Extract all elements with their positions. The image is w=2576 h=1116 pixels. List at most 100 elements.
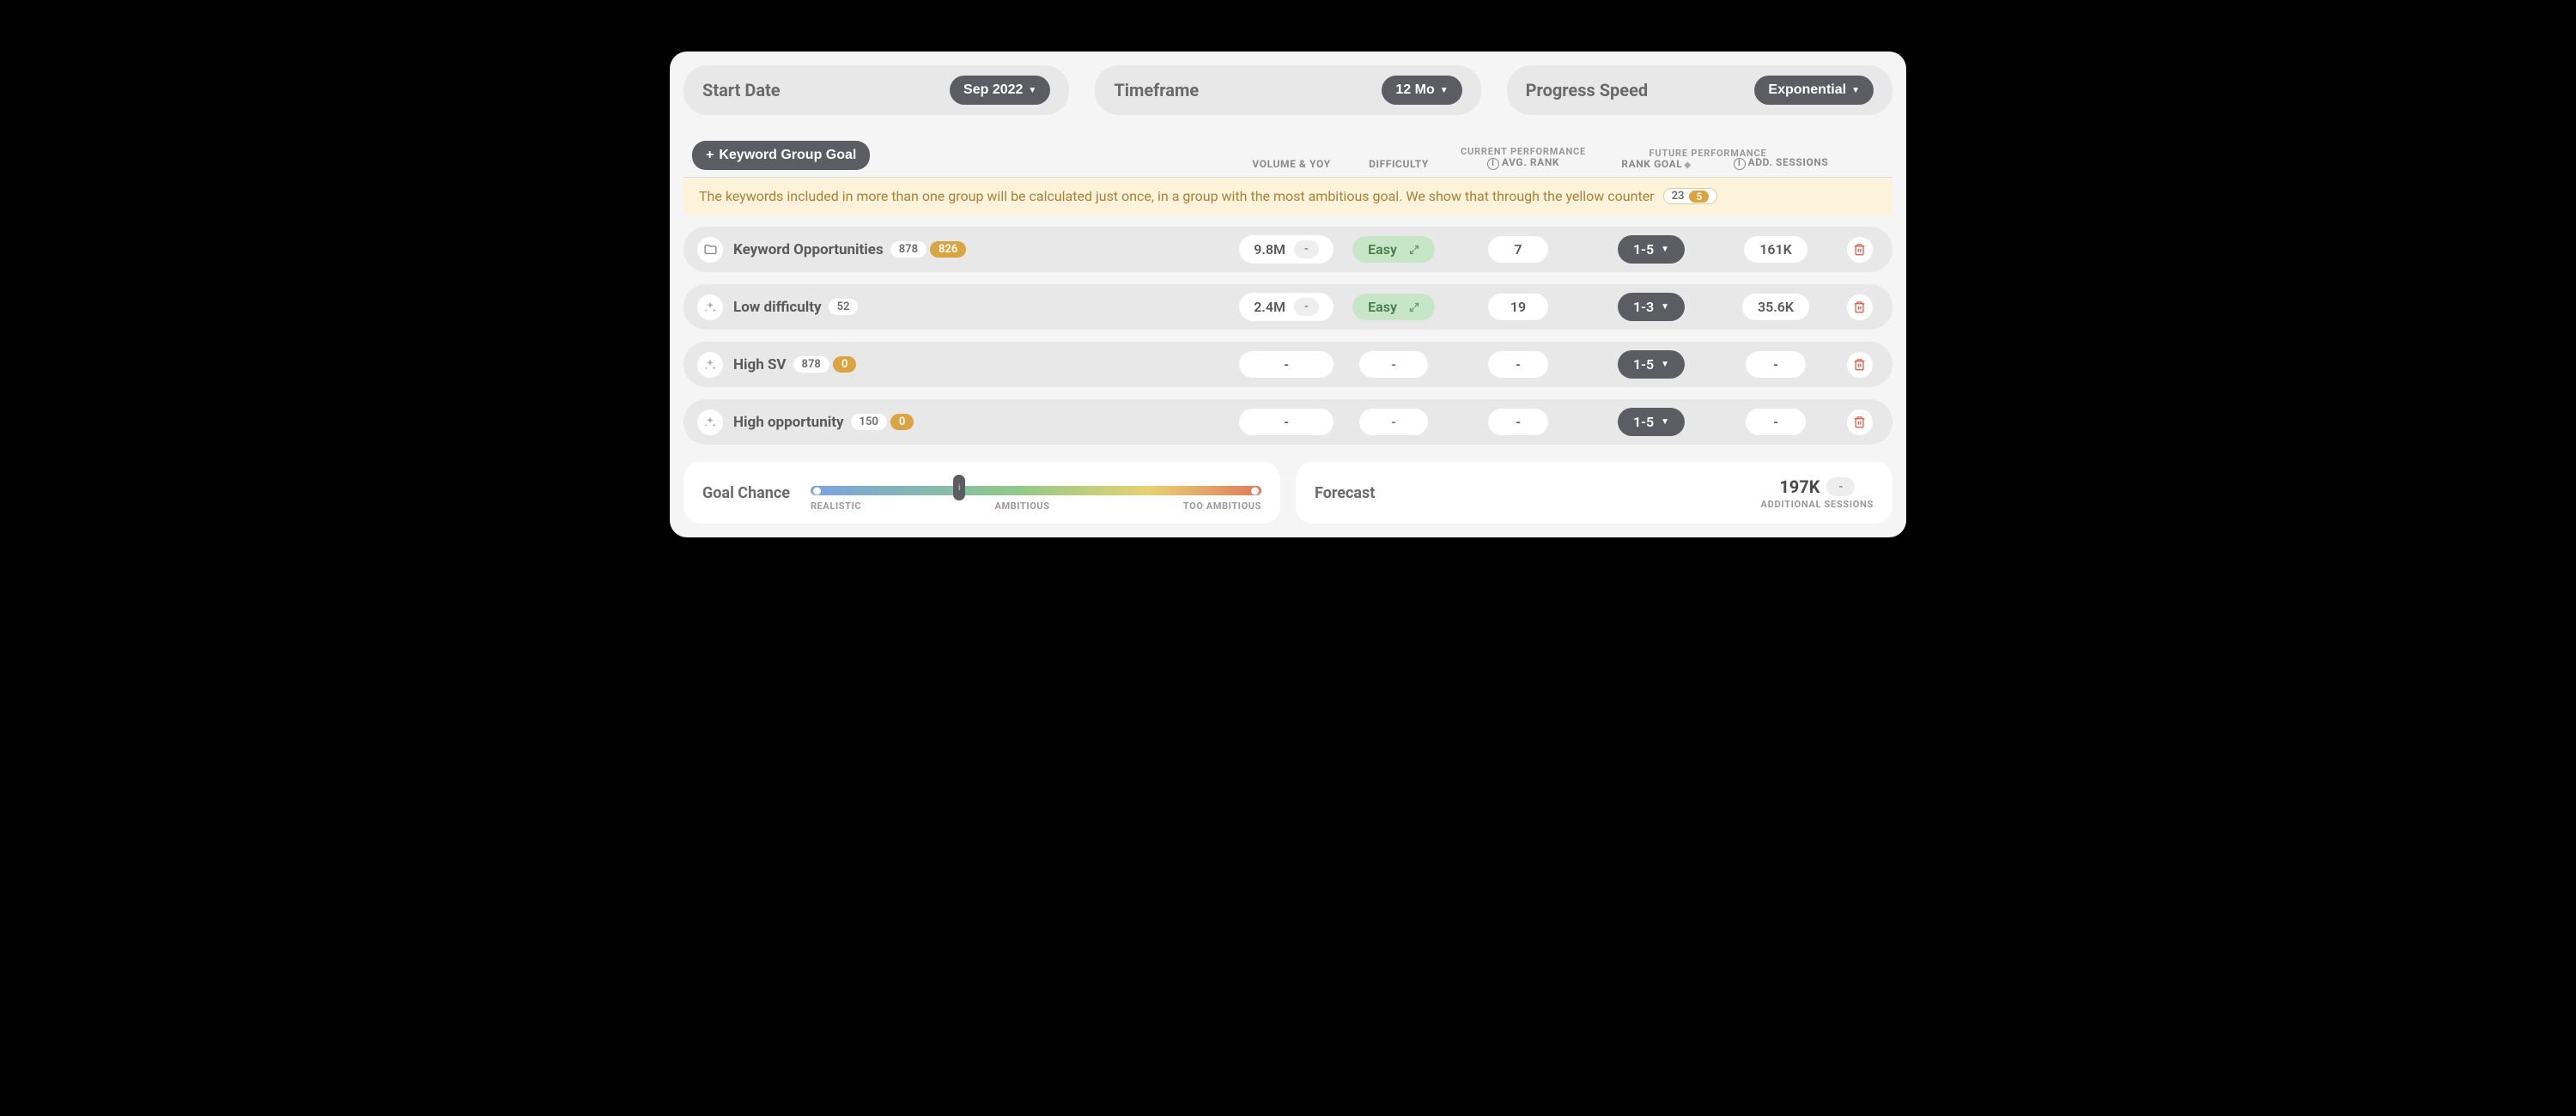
forecast-sublabel: ADDITIONAL SESSIONS [1761,499,1874,510]
sort-icon: ◆ [1684,161,1691,170]
group-name[interactable]: Low difficulty [733,299,822,316]
goal-chance-box: Goal Chance i REALISTIC AMBITIOUS TOO AM… [683,462,1280,524]
slider-label-ambitious: AMBITIOUS [994,500,1049,512]
delete-button[interactable] [1847,237,1873,263]
avg-rank-value: - [1488,351,1548,378]
footer: Goal Chance i REALISTIC AMBITIOUS TOO AM… [683,462,1893,524]
slider-track: i [811,486,1261,495]
slider-label-too-ambitious: TOO AMBITIOUS [1183,500,1261,512]
timeframe-label: Timeframe [1114,80,1199,100]
caret-down-icon: ▼ [1661,417,1669,427]
goal-chance-slider[interactable]: i REALISTIC AMBITIOUS TOO AMBITIOUS [811,474,1261,512]
plus-icon: + [706,148,714,163]
expand-icon [1409,245,1419,255]
section-future-performance: FUTURE PERFORMANCE [1571,148,1845,159]
progress-speed-label: Progress Speed [1526,80,1649,100]
forecast-label: Forecast [1315,484,1375,502]
sparkle-icon[interactable] [697,352,723,378]
progress-speed-button[interactable]: Exponential ▼ [1754,76,1874,105]
volume-value: 2.4M- [1239,293,1334,321]
col-header-difficulty: DIFFICULTY [1347,158,1450,170]
folder-icon[interactable] [697,237,723,263]
volume-value: - [1239,351,1334,378]
keyword-count-badge: 52 [829,299,859,315]
sparkle-icon[interactable] [697,409,723,435]
col-header-rank-goal[interactable]: FUTURE PERFORMANCE RANK GOAL◆ [1596,158,1716,170]
caret-down-icon: ▼ [1661,245,1669,254]
avg-rank-value: - [1488,409,1548,435]
forecast-result: 197K - ADDITIONAL SESSIONS [1761,476,1874,510]
app-panel: Start Date Sep 2022 ▼ Timeframe 12 Mo ▼ … [670,52,1906,537]
notice-yellow-count: 5 [1689,191,1709,203]
progress-speed-value: Exponential [1768,82,1846,98]
difficulty-value[interactable]: Easy [1352,294,1435,320]
caret-down-icon: ▼ [1851,86,1860,95]
duplicate-count-badge: 0 [890,414,914,430]
volume-value: 9.8M- [1239,235,1334,264]
caret-down-icon: ▼ [1440,86,1449,95]
delete-button[interactable] [1847,352,1873,378]
notice-text: The keywords included in more than one g… [699,188,1655,204]
yoy-value: - [1294,298,1319,316]
add-button-label: Keyword Group Goal [719,148,856,163]
forecast-value: 197K [1779,476,1820,497]
keyword-group-row: Low difficulty 52 2.4M- Easy 19 1-3▼ 35.… [683,284,1893,330]
group-name[interactable]: High SV [733,356,787,373]
sessions-value: - [1746,409,1806,435]
progress-speed-control: Progress Speed Exponential ▼ [1507,65,1893,115]
table-header: + Keyword Group Goal VOLUME & YOY DIFFIC… [683,125,1893,178]
sessions-value: - [1746,351,1806,378]
delete-button[interactable] [1847,409,1873,435]
notice-counter: 23 5 [1663,188,1718,204]
difficulty-value[interactable]: Easy [1352,236,1435,263]
yoy-value: - [1294,240,1319,258]
keyword-group-row: High SV 878 0 - - - 1-5▼ - [683,342,1893,387]
timeframe-control: Timeframe 12 Mo ▼ [1095,65,1480,115]
sessions-value: 35.6K [1742,294,1809,320]
avg-rank-value: 7 [1488,236,1548,263]
forecast-box: Forecast 197K - ADDITIONAL SESSIONS [1296,462,1893,524]
keyword-group-row: High opportunity 150 0 - - - 1-5▼ - [683,399,1893,445]
duplicate-count-badge: 0 [833,356,856,373]
slider-thumb[interactable]: i [953,475,965,500]
slider-labels: REALISTIC AMBITIOUS TOO AMBITIOUS [811,500,1261,512]
group-name[interactable]: High opportunity [733,414,844,431]
slider-label-realistic: REALISTIC [811,500,861,512]
info-icon: i [1734,158,1746,170]
forecast-delta: - [1826,477,1855,496]
expand-icon [1409,302,1419,312]
group-name[interactable]: Keyword Opportunities [733,241,884,258]
keyword-group-list: Keyword Opportunities 878 826 9.8M- Easy… [683,227,1893,445]
controls-row: Start Date Sep 2022 ▼ Timeframe 12 Mo ▼ … [683,65,1893,115]
caret-down-icon: ▼ [1028,86,1036,95]
difficulty-value: - [1359,351,1428,378]
sparkle-icon[interactable] [697,294,723,320]
timeframe-value: 12 Mo [1395,82,1434,98]
start-date-control: Start Date Sep 2022 ▼ [683,65,1069,115]
volume-value: - [1239,409,1334,435]
rank-goal-button[interactable]: 1-3▼ [1618,293,1685,321]
delete-button[interactable] [1847,294,1873,320]
rank-goal-button[interactable]: 1-5▼ [1618,408,1685,436]
info-icon: i [1487,158,1499,170]
keyword-count-badge: 150 [851,414,887,430]
add-keyword-group-button[interactable]: + Keyword Group Goal [692,141,870,170]
avg-rank-value: 19 [1488,294,1548,320]
sessions-value: 161K [1744,236,1807,263]
rank-goal-button[interactable]: 1-5▼ [1618,235,1685,264]
timeframe-button[interactable]: 12 Mo ▼ [1382,76,1461,105]
col-header-volume: VOLUME & YOY [1236,158,1347,170]
duplicate-keywords-notice: The keywords included in more than one g… [683,178,1893,215]
duplicate-count-badge: 826 [930,241,966,258]
difficulty-value: - [1359,409,1428,435]
start-date-label: Start Date [702,80,781,100]
caret-down-icon: ▼ [1661,360,1669,369]
rank-goal-button[interactable]: 1-5▼ [1618,350,1685,379]
keyword-count-badge: 878 [890,241,927,258]
goal-chance-label: Goal Chance [702,484,790,502]
keyword-group-row: Keyword Opportunities 878 826 9.8M- Easy… [683,227,1893,272]
caret-down-icon: ▼ [1661,302,1669,312]
start-date-button[interactable]: Sep 2022 ▼ [950,76,1050,105]
start-date-value: Sep 2022 [963,82,1023,98]
keyword-count-badge: 878 [793,356,829,373]
